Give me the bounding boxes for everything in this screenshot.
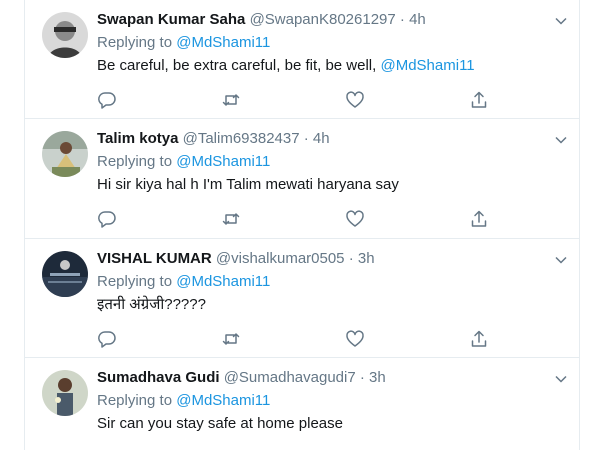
chevron-down-icon[interactable]: [555, 14, 567, 26]
tweet-actions: [97, 209, 497, 229]
replying-to: Replying to @MdShami11: [97, 272, 559, 292]
separator-dot: ·: [399, 11, 405, 28]
tweet-header: VISHAL KUMAR @vishalkumar0505 · 3h: [97, 249, 559, 269]
tweet-header: Talim kotya @Talim69382437 · 4h: [97, 129, 559, 149]
replying-to-label: Replying to: [97, 273, 173, 290]
timestamp[interactable]: 3h: [369, 369, 386, 386]
retweet-icon[interactable]: [221, 329, 241, 349]
avatar[interactable]: [42, 131, 88, 177]
avatar[interactable]: [42, 370, 88, 416]
tweet-content: Sumadhava Gudi @Sumadhavagudi7 · 3h Repl…: [97, 368, 559, 434]
replying-to: Replying to @MdShami11: [97, 33, 559, 53]
tweet-content: Talim kotya @Talim69382437 · 4h Replying…: [97, 129, 559, 195]
chevron-down-icon[interactable]: [555, 133, 567, 145]
user-handle[interactable]: @Sumadhavagudi7: [224, 369, 356, 386]
replying-to-handle[interactable]: @MdShami11: [176, 392, 270, 409]
tweet-actions: [97, 329, 497, 349]
tweet-text: Be careful, be extra careful, be fit, be…: [97, 56, 559, 76]
timestamp[interactable]: 4h: [409, 11, 426, 28]
like-icon[interactable]: [345, 329, 365, 349]
display-name[interactable]: Swapan Kumar Saha: [97, 11, 245, 28]
avatar[interactable]: [42, 12, 88, 58]
replying-to-handle[interactable]: @MdShami11: [176, 273, 270, 290]
chevron-down-icon[interactable]: [555, 372, 567, 384]
tweet[interactable]: VISHAL KUMAR @vishalkumar0505 · 3h Reply…: [25, 239, 579, 358]
tweet[interactable]: Sumadhava Gudi @Sumadhavagudi7 · 3h Repl…: [25, 358, 579, 450]
separator-dot: ·: [359, 369, 365, 386]
tweet[interactable]: Talim kotya @Talim69382437 · 4h Replying…: [25, 119, 579, 239]
like-icon[interactable]: [345, 90, 365, 110]
reply-icon[interactable]: [97, 209, 117, 229]
replying-to: Replying to @MdShami11: [97, 391, 559, 411]
avatar[interactable]: [42, 251, 88, 297]
separator-dot: ·: [348, 250, 354, 267]
tweet-text: Sir can you stay safe at home please: [97, 415, 343, 432]
chevron-down-icon[interactable]: [555, 253, 567, 265]
reply-icon[interactable]: [97, 90, 117, 110]
tweet-text-part: Be careful, be extra careful, be fit, be…: [97, 57, 381, 74]
replying-to-handle[interactable]: @MdShami11: [176, 153, 270, 170]
replying-to-label: Replying to: [97, 34, 173, 51]
separator-dot: ·: [303, 130, 309, 147]
display-name[interactable]: Sumadhava Gudi: [97, 369, 220, 386]
timestamp[interactable]: 4h: [313, 130, 330, 147]
display-name[interactable]: VISHAL KUMAR: [97, 250, 212, 267]
share-icon[interactable]: [469, 209, 489, 229]
share-icon[interactable]: [469, 329, 489, 349]
tweet-content: Swapan Kumar Saha @SwapanK80261297 · 4h …: [97, 10, 559, 76]
tweet-mention[interactable]: @MdShami11: [380, 57, 474, 74]
retweet-icon[interactable]: [221, 90, 241, 110]
replying-to-label: Replying to: [97, 392, 173, 409]
like-icon[interactable]: [345, 209, 365, 229]
tweet-actions: [97, 90, 497, 110]
tweet-header: Swapan Kumar Saha @SwapanK80261297 · 4h: [97, 10, 559, 30]
share-icon[interactable]: [469, 90, 489, 110]
timestamp[interactable]: 3h: [358, 250, 375, 267]
user-handle[interactable]: @SwapanK80261297: [250, 11, 396, 28]
replying-to-label: Replying to: [97, 153, 173, 170]
replying-to: Replying to @MdShami11: [97, 152, 559, 172]
display-name[interactable]: Talim kotya: [97, 130, 178, 147]
replying-to-handle[interactable]: @MdShami11: [176, 34, 270, 51]
reply-feed: Swapan Kumar Saha @SwapanK80261297 · 4h …: [24, 0, 580, 450]
tweet-header: Sumadhava Gudi @Sumadhavagudi7 · 3h: [97, 368, 559, 388]
tweet-content: VISHAL KUMAR @vishalkumar0505 · 3h Reply…: [97, 249, 559, 315]
retweet-icon[interactable]: [221, 209, 241, 229]
reply-icon[interactable]: [97, 329, 117, 349]
tweet-text: Hi sir kiya hal h I'm Talim mewati harya…: [97, 176, 399, 193]
tweet[interactable]: Swapan Kumar Saha @SwapanK80261297 · 4h …: [25, 0, 579, 119]
user-handle[interactable]: @vishalkumar0505: [216, 250, 345, 267]
user-handle[interactable]: @Talim69382437: [183, 130, 300, 147]
tweet-text: इतनी अंग्रेजी?????: [97, 296, 206, 313]
